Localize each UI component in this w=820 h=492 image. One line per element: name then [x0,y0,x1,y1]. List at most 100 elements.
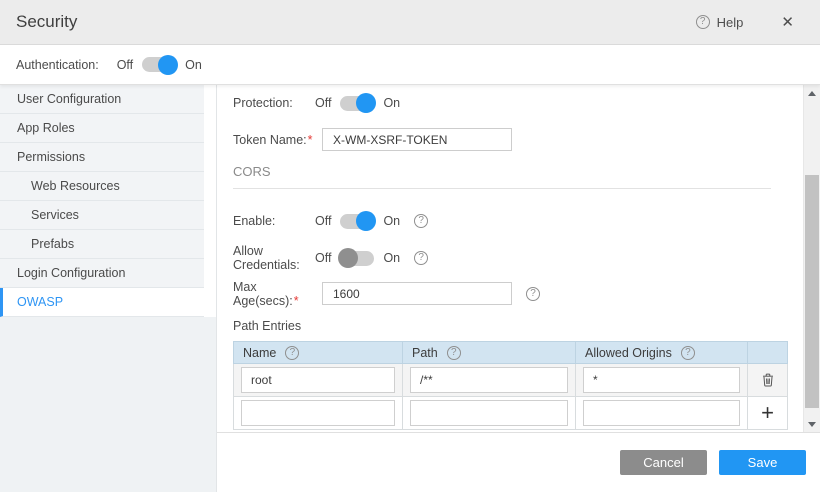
table-header-name: Name [234,342,403,364]
enable-help-icon[interactable] [414,214,428,228]
plus-icon [761,403,774,423]
allow-credentials-toggle-group: Off On [315,251,400,266]
enable-off-label: Off [315,214,331,228]
table-header-actions [748,342,788,364]
table-header-allowed-origins: Allowed Origins [576,342,748,364]
token-name-label-text: Token Name: [233,133,307,147]
sidebar-filler [0,317,216,492]
vertical-scrollbar[interactable] [803,85,820,432]
table-row-empty [234,397,788,430]
table-row [234,364,788,397]
path-help-icon[interactable] [447,346,461,360]
name-help-icon[interactable] [285,346,299,360]
max-age-help-icon[interactable] [526,287,540,301]
main-area: User Configuration App Roles Permissions… [0,85,820,492]
arrow-up-icon [808,91,816,96]
save-button[interactable]: Save [719,450,806,475]
protection-off-label: Off [315,96,331,110]
authentication-toggle[interactable] [142,57,176,72]
cors-divider [233,188,771,189]
protection-row: Protection: Off On [233,89,771,117]
content-column: Protection: Off On Token Name:* CORS [217,85,820,492]
cell-actions [748,397,788,430]
scroll-down-button[interactable] [804,416,820,432]
toggle-knob [338,248,358,268]
scrollbar-thumb[interactable] [805,175,819,408]
token-name-row: Token Name:* [233,128,771,151]
delete-row-button[interactable] [757,369,779,391]
cell-path [403,397,576,430]
authentication-off-label: Off [117,58,133,72]
cancel-button[interactable]: Cancel [620,450,707,475]
arrow-down-icon [808,422,816,427]
protection-on-label: On [383,96,400,110]
authentication-bar: Authentication: Off On [0,45,820,85]
security-dialog: Security Help Authentication: Off On Use… [0,0,820,492]
sidebar-item-user-configuration[interactable]: User Configuration [0,85,204,114]
authentication-label: Authentication: [16,58,99,72]
settings-form: Protection: Off On Token Name:* CORS [217,85,820,430]
sidebar-item-owasp[interactable]: OWASP [0,288,204,317]
enable-label: Enable: [233,214,315,228]
sidebar-item-prefabs[interactable]: Prefabs [0,230,204,259]
cell-name [234,397,403,430]
cell-name [234,364,403,397]
table-header-path: Path [403,342,576,364]
allowed-origins-help-icon[interactable] [681,346,695,360]
allow-credentials-help-icon[interactable] [414,251,428,265]
protection-label: Protection: [233,96,315,110]
titlebar: Security Help [0,0,820,45]
row-name-input[interactable] [241,367,395,393]
allow-credentials-toggle[interactable] [340,251,374,266]
enable-toggle[interactable] [340,214,374,229]
cors-section-heading: CORS [233,164,771,179]
help-label: Help [717,15,744,30]
close-icon[interactable] [781,15,794,30]
required-asterisk: * [294,294,299,308]
enable-toggle-group: Off On [315,214,400,229]
table-header-row: Name Path Allowed Origins [234,342,788,364]
max-age-row: Max Age(secs):* [233,282,771,305]
sidebar-item-login-configuration[interactable]: Login Configuration [0,259,204,288]
add-row-button[interactable] [757,402,779,424]
row-origins-input[interactable] [583,367,740,393]
new-path-input[interactable] [410,400,568,426]
sidebar-item-services[interactable]: Services [0,201,204,230]
header-path-text: Path [412,346,438,360]
authentication-toggle-group: Off On [117,57,202,72]
cell-allowed-origins [576,397,748,430]
protection-toggle[interactable] [340,96,374,111]
help-button[interactable]: Help [696,15,744,30]
sidebar-item-web-resources[interactable]: Web Resources [0,172,204,201]
toggle-knob [356,93,376,113]
max-age-input[interactable] [322,282,512,305]
sidebar-item-app-roles[interactable]: App Roles [0,114,204,143]
footer: Cancel Save [217,432,820,492]
max-age-label-text: Max Age(secs): [233,280,293,308]
token-name-input[interactable] [322,128,512,151]
cell-actions [748,364,788,397]
enable-on-label: On [383,214,400,228]
new-name-input[interactable] [241,400,395,426]
cors-enable-row: Enable: Off On [233,207,771,235]
path-entries-label: Path Entries [233,319,771,333]
trash-icon [761,373,775,387]
row-path-input[interactable] [410,367,568,393]
toggle-knob [158,55,178,75]
scroll-up-button[interactable] [804,85,820,101]
protection-toggle-group: Off On [315,96,400,111]
allow-credentials-label: Allow Credentials: [233,244,315,272]
new-origins-input[interactable] [583,400,740,426]
path-entries-table: Name Path Allowed Origins [233,341,788,430]
owasp-settings-panel: Protection: Off On Token Name:* CORS [217,85,820,432]
allow-credentials-on-label: On [383,251,400,265]
token-name-label: Token Name:* [233,133,315,147]
sidebar-item-permissions[interactable]: Permissions [0,143,204,172]
allow-credentials-off-label: Off [315,251,331,265]
authentication-on-label: On [185,58,202,72]
header-origins-text: Allowed Origins [585,346,672,360]
required-asterisk: * [308,133,313,147]
help-circle-icon [696,15,710,29]
cell-path [403,364,576,397]
sidebar: User Configuration App Roles Permissions… [0,85,217,492]
